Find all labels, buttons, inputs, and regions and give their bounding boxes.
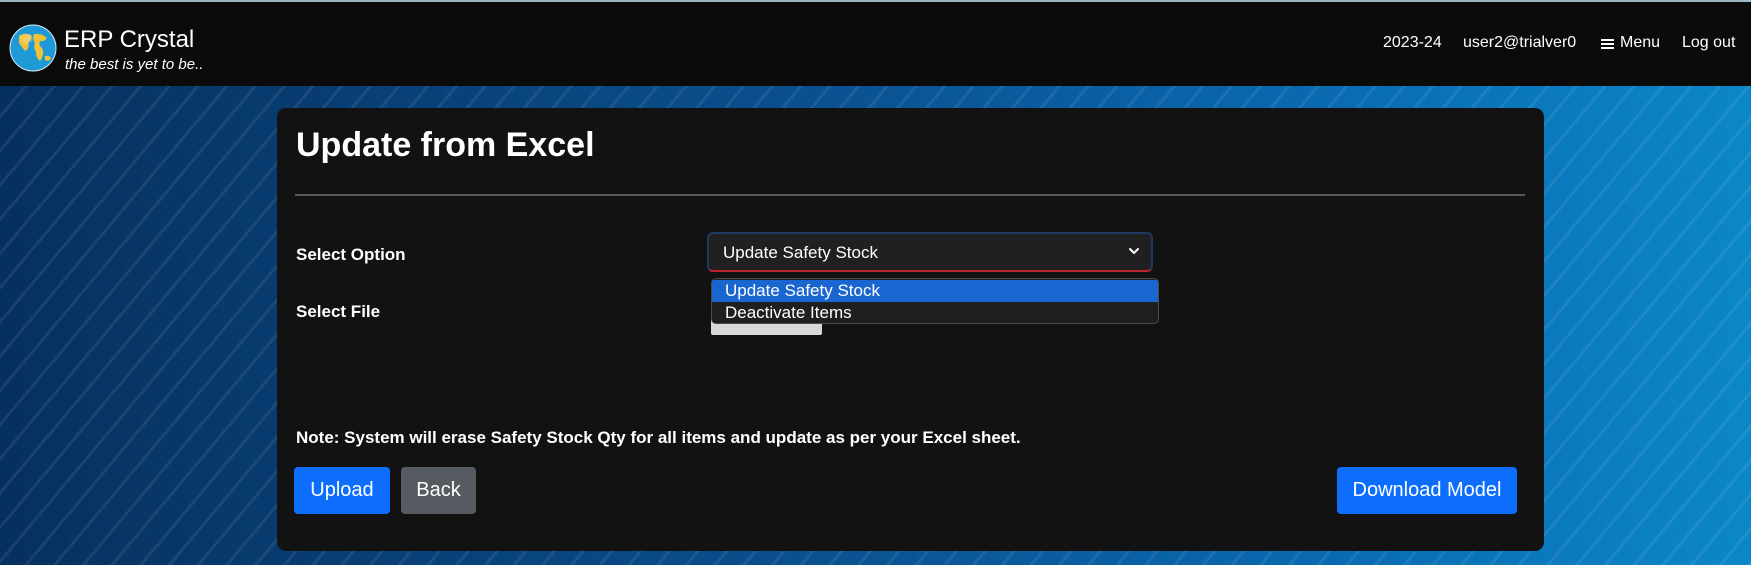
note-text: Note: System will erase Safety Stock Qty… — [296, 428, 1021, 447]
upload-button[interactable]: Upload — [294, 467, 390, 514]
brand-title[interactable]: ERP Crystal — [64, 26, 194, 54]
download-model-button[interactable]: Download Model — [1337, 467, 1517, 514]
option-select[interactable]: Update Safety Stock — [707, 232, 1153, 272]
logout-link[interactable]: Log out — [1682, 34, 1735, 52]
menu-label: Menu — [1620, 34, 1661, 51]
title-divider — [295, 194, 1525, 196]
menu-button[interactable]: Menu — [1601, 34, 1660, 52]
hamburger-icon — [1601, 38, 1614, 49]
user-account[interactable]: user2@trialver0 — [1463, 34, 1576, 52]
select-file-label: Select File — [296, 302, 381, 321]
dropdown-option-deactivate-items[interactable]: Deactivate Items — [712, 302, 1158, 323]
navbar: ERP Crystal the best is yet to be.. 2023… — [0, 2, 1751, 86]
back-button[interactable]: Back — [401, 467, 476, 514]
chevron-down-icon — [1129, 248, 1139, 254]
option-dropdown-list: Update Safety Stock Deactivate Items — [711, 278, 1159, 324]
brand-tagline: the best is yet to be.. — [65, 56, 204, 73]
dropdown-option-update-safety-stock[interactable]: Update Safety Stock — [712, 280, 1158, 302]
globe-icon[interactable] — [9, 24, 57, 72]
page-title: Update from Excel — [296, 126, 595, 164]
option-select-value: Update Safety Stock — [723, 243, 878, 262]
select-option-label: Select Option — [296, 245, 406, 264]
fiscal-year[interactable]: 2023-24 — [1383, 34, 1442, 52]
update-form-card: Update from Excel Select Option Update S… — [277, 108, 1544, 551]
